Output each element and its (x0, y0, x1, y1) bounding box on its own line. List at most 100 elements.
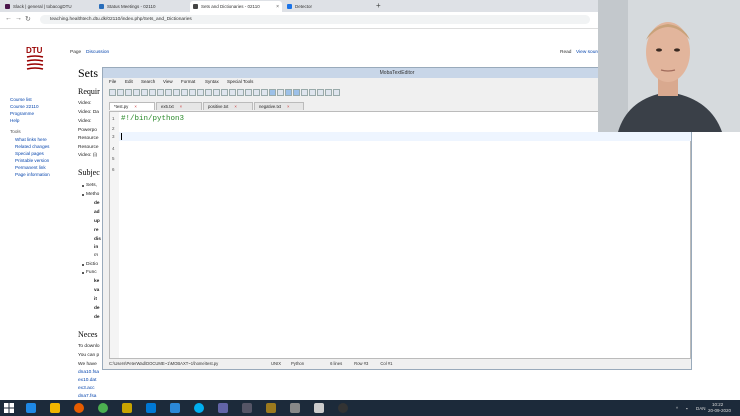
outdent-icon[interactable] (237, 89, 244, 96)
sidebar-link[interactable]: Programme (10, 111, 34, 116)
tool-link[interactable]: Page information (15, 172, 50, 177)
tab-discussion[interactable]: Discussion (86, 50, 109, 55)
close-tab-icon[interactable]: × (276, 4, 279, 10)
replace-icon[interactable] (205, 89, 212, 96)
teams-icon[interactable] (218, 403, 228, 413)
close-tab-icon[interactable]: × (180, 104, 183, 109)
wiki-line: Video: (78, 101, 92, 106)
browser-tab-slack[interactable]: Slack | general | tobacogDTU (2, 1, 72, 12)
save-all-icon[interactable] (133, 89, 140, 96)
new-file-icon[interactable] (109, 89, 116, 96)
app-icon[interactable] (266, 403, 276, 413)
menu-format[interactable]: Format (181, 79, 195, 84)
reload-icon[interactable]: ↻ (25, 15, 31, 23)
find-icon[interactable] (197, 89, 204, 96)
close-icon[interactable] (325, 89, 332, 96)
tool-link[interactable]: Related changes (15, 144, 49, 149)
chrome-icon[interactable] (98, 403, 108, 413)
firefox-icon[interactable] (74, 403, 84, 413)
copy-icon[interactable] (165, 89, 172, 96)
run-icon[interactable] (261, 89, 268, 96)
file-link[interactable]: dna10.fsa (78, 370, 99, 375)
close-tab-icon[interactable]: × (287, 104, 290, 109)
menu-edit[interactable]: Edit (125, 79, 133, 84)
menu-view[interactable]: View (163, 79, 173, 84)
split-view-icon[interactable] (285, 89, 292, 96)
show-lines-icon[interactable] (277, 89, 284, 96)
close-tab-icon[interactable]: × (134, 104, 137, 109)
outlook-icon[interactable] (146, 403, 156, 413)
clock-time[interactable]: 10:22 (712, 402, 723, 407)
windows-start-icon[interactable] (4, 403, 14, 413)
tool-link[interactable]: Printable version (15, 158, 49, 163)
open-file-icon[interactable] (117, 89, 124, 96)
new-tab-button[interactable]: + (376, 1, 381, 10)
menu-syntax[interactable]: Syntax (205, 79, 219, 84)
app-icon[interactable] (290, 403, 300, 413)
obs-icon[interactable] (338, 403, 348, 413)
wiki-line: ke (94, 279, 100, 284)
sidebar-link[interactable]: Course 22110 (10, 104, 39, 109)
print-icon[interactable] (141, 89, 148, 96)
close-file-icon[interactable] (149, 89, 156, 96)
code-editor-area[interactable]: 1 2 3 4 5 6 #!/bin/python3 (109, 111, 691, 359)
editor-tab-ex5[interactable]: ex5.txt × (156, 102, 202, 110)
skype-icon[interactable] (194, 403, 204, 413)
editor-tab-negative[interactable]: negative.txt × (254, 102, 304, 110)
tray-arrow-icon[interactable]: ^ (676, 406, 678, 411)
tab-read[interactable]: Read (560, 50, 571, 55)
mobaxterm-icon[interactable] (242, 403, 252, 413)
clock-date[interactable]: 20-09-2020 (708, 408, 731, 413)
status-line-ending: UNIX (271, 361, 282, 366)
list-icon[interactable] (309, 89, 316, 96)
lang-indicator[interactable]: DAN (696, 406, 706, 411)
indent-icon[interactable] (229, 89, 236, 96)
settings-icon[interactable] (333, 89, 340, 96)
browser-tab-sets[interactable]: Sets and Dictionaries - 02110 × (190, 1, 282, 12)
tool-link[interactable]: What links here (15, 137, 47, 142)
save-icon[interactable] (125, 89, 132, 96)
menu-special-tools[interactable]: Special Tools (227, 79, 253, 84)
sidebar-link[interactable]: Help (10, 118, 19, 123)
pilcrow-icon[interactable] (301, 89, 308, 96)
tool-link[interactable]: Permanent link (15, 165, 46, 170)
close-tab-icon[interactable]: × (234, 104, 237, 109)
compare-icon[interactable] (317, 89, 324, 96)
url-input[interactable]: teaching.healthtech.dtu.dk/02110/index.p… (40, 15, 590, 24)
menu-search[interactable]: Search (141, 79, 155, 84)
edge-icon[interactable] (26, 403, 36, 413)
dtu-logo[interactable]: DTU (22, 44, 48, 74)
browser-tab-status[interactable]: Status Meetings - 02110 (96, 1, 188, 12)
code-line[interactable]: #!/bin/python3 (121, 115, 184, 123)
tool-link[interactable]: Special pages (15, 151, 44, 156)
file-link[interactable]: ex10.dat (78, 378, 96, 383)
paste-icon[interactable] (173, 89, 180, 96)
editor-tab-test-py[interactable]: *test.py × (109, 102, 155, 110)
browser-tab-detector[interactable]: Detector (284, 1, 374, 12)
word-icon[interactable] (170, 403, 180, 413)
file-link[interactable]: ex3.acc (78, 386, 95, 391)
file-explorer-icon[interactable] (50, 403, 60, 413)
status-row: Row #3 (354, 361, 369, 366)
zoom-out-icon[interactable] (221, 89, 228, 96)
sidebar-link[interactable]: Course list (10, 97, 32, 102)
app-icon[interactable] (314, 403, 324, 413)
zoom-in-icon[interactable] (213, 89, 220, 96)
back-icon[interactable]: ← (5, 15, 12, 22)
goto-icon[interactable] (253, 89, 260, 96)
cut-icon[interactable] (157, 89, 164, 96)
tools-header[interactable]: Tools (10, 129, 21, 134)
network-icon[interactable]: ▪ (686, 406, 688, 411)
editor-tab-positive[interactable]: positive.txt × (203, 102, 253, 110)
word-wrap-icon[interactable] (269, 89, 276, 96)
tab-page[interactable]: Page (70, 50, 81, 55)
bookmark-icon[interactable] (245, 89, 252, 96)
forward-icon[interactable]: → (15, 15, 22, 22)
wiki-line: Video: (i) (78, 153, 98, 158)
file-link[interactable]: dna7.fsa (78, 394, 96, 399)
undo-icon[interactable] (181, 89, 188, 96)
menu-file[interactable]: File (109, 79, 116, 84)
columns-icon[interactable] (293, 89, 300, 96)
redo-icon[interactable] (189, 89, 196, 96)
app-icon[interactable] (122, 403, 132, 413)
